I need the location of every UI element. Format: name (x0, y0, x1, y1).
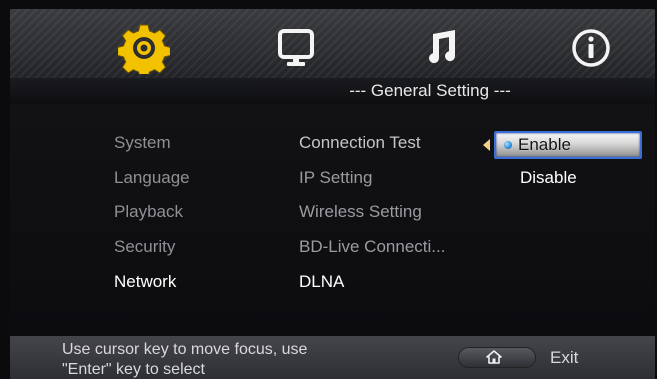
title-bar: --- General Setting --- (10, 78, 655, 105)
submenu-item-bd-live-connection[interactable]: BD-Live Connecti... (299, 236, 445, 258)
submenu-item-wireless-setting[interactable]: Wireless Setting (299, 201, 422, 223)
menu-item-system[interactable]: System (114, 132, 171, 154)
settings-content: System Language Playback Security Networ… (10, 104, 655, 336)
exit-button[interactable] (458, 347, 536, 368)
menu-item-security[interactable]: Security (114, 236, 175, 258)
menu-item-playback[interactable]: Playback (114, 201, 183, 223)
option-enable-label: Enable (518, 135, 571, 154)
left-arrow-icon (483, 139, 490, 151)
help-text: Use cursor key to move focus, use "Enter… (62, 340, 392, 379)
tab-audio[interactable] (410, 17, 472, 79)
gear-icon (118, 24, 170, 74)
tab-display[interactable] (265, 17, 327, 79)
home-icon (486, 350, 502, 364)
radio-dot-icon (504, 141, 512, 149)
info-icon (572, 29, 610, 67)
submenu-item-connection-test[interactable]: Connection Test (299, 132, 421, 154)
category-tab-bar (10, 9, 655, 87)
help-text-line-2: "Enter" key to select (62, 361, 205, 378)
page-title: --- General Setting --- (349, 81, 511, 100)
monitor-icon (278, 29, 314, 66)
exit-label: Exit (550, 348, 579, 367)
help-text-line-1: Use cursor key to move focus, use (62, 341, 308, 358)
tab-information[interactable] (560, 17, 622, 79)
option-enable[interactable]: Enable (494, 131, 642, 159)
tab-general-setting[interactable] (113, 17, 175, 79)
music-note-icon (429, 30, 456, 64)
submenu-item-ip-setting[interactable]: IP Setting (299, 167, 372, 189)
help-bar: Use cursor key to move focus, use "Enter… (10, 336, 655, 379)
menu-item-language[interactable]: Language (114, 167, 190, 189)
settings-screen: --- General Setting --- System Language … (0, 0, 657, 379)
menu-item-network[interactable]: Network (114, 271, 176, 293)
submenu-item-dlna[interactable]: DLNA (299, 271, 344, 293)
option-disable[interactable]: Disable (520, 167, 577, 189)
